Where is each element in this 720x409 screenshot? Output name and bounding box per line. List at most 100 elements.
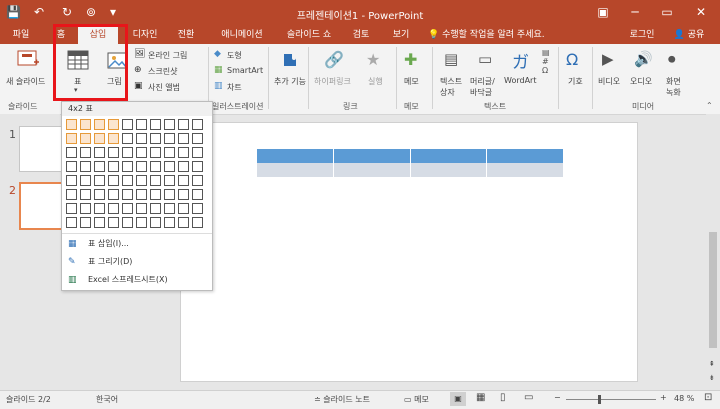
audio-label[interactable]: 오디오	[630, 76, 652, 87]
table-grid-cell[interactable]	[80, 161, 91, 172]
header-footer-icon[interactable]: ▭	[478, 50, 492, 68]
table-grid-cell[interactable]	[192, 147, 203, 158]
table-grid-cell[interactable]	[178, 217, 189, 228]
symbols-icon[interactable]: Ω	[566, 50, 578, 69]
table-grid-cell[interactable]	[122, 133, 133, 144]
table-grid-cell[interactable]	[136, 217, 147, 228]
signin-link[interactable]: 로그인	[624, 26, 660, 44]
comment-icon[interactable]: ✚	[404, 50, 417, 69]
table-grid-cell[interactable]	[122, 217, 133, 228]
addins-icon[interactable]	[280, 50, 300, 70]
hyperlink-icon[interactable]: 🔗	[324, 50, 344, 69]
video-icon[interactable]: ▶	[602, 50, 614, 68]
table-grid-cell[interactable]	[66, 189, 77, 200]
tab-transitions[interactable]: 전환	[170, 26, 202, 44]
table-grid-cell[interactable]	[122, 119, 133, 130]
chart-icon[interactable]: ▥	[214, 81, 223, 91]
table-grid-cell[interactable]	[178, 175, 189, 186]
hyperlink-label[interactable]: 하이퍼링크	[314, 76, 351, 87]
table-grid-cell[interactable]	[192, 133, 203, 144]
table-grid-cell[interactable]	[66, 133, 77, 144]
new-slide-icon[interactable]	[16, 48, 40, 72]
table-grid-cell[interactable]	[150, 189, 161, 200]
reading-view-icon[interactable]: ▯	[500, 392, 506, 403]
table-grid-cell[interactable]	[150, 147, 161, 158]
table-grid-cell[interactable]	[66, 161, 77, 172]
table-grid-cell[interactable]	[136, 175, 147, 186]
online-pictures-label[interactable]: 온라인 그림	[148, 50, 187, 61]
screenshot-icon[interactable]: ⊕	[134, 65, 142, 75]
table-grid-cell[interactable]	[108, 161, 119, 172]
table-grid-cell[interactable]	[66, 147, 77, 158]
comment-label[interactable]: 메모	[404, 76, 419, 87]
chart-label[interactable]: 차트	[227, 82, 242, 93]
table-grid-cell[interactable]	[122, 203, 133, 214]
table-grid-cell[interactable]	[80, 203, 91, 214]
table-grid-cell[interactable]	[108, 147, 119, 158]
table-grid-cell[interactable]	[108, 119, 119, 130]
table-grid-cell[interactable]	[94, 147, 105, 158]
photo-album-icon[interactable]: ▣	[134, 81, 143, 91]
notes-button[interactable]: ≐ 슬라이드 노트	[314, 394, 370, 405]
action-icon[interactable]: ★	[366, 50, 380, 69]
audio-icon[interactable]: 🔊	[634, 50, 653, 68]
table-grid-cell[interactable]	[192, 119, 203, 130]
table-grid-cell[interactable]	[192, 161, 203, 172]
table-grid-cell[interactable]	[122, 161, 133, 172]
table-grid-cell[interactable]	[80, 175, 91, 186]
vertical-scrollbar[interactable]: ⇞ ⇟	[706, 114, 720, 390]
new-slide-label[interactable]: 새 슬라이드	[6, 76, 45, 87]
slide-thumbnail-2[interactable]	[19, 182, 65, 230]
table-grid-cell[interactable]	[108, 189, 119, 200]
table-grid-cell[interactable]	[94, 133, 105, 144]
table-grid-cell[interactable]	[178, 119, 189, 130]
text-small-icons[interactable]: ▤ # Ω	[542, 48, 550, 75]
tab-design[interactable]: 디자인	[122, 26, 168, 44]
table-grid-cell[interactable]	[164, 189, 175, 200]
table-grid-cell[interactable]	[178, 189, 189, 200]
table-grid-cell[interactable]	[164, 175, 175, 186]
draw-table-item[interactable]: ✎ 표 그리기(D)	[62, 254, 212, 270]
table-grid[interactable]	[66, 119, 210, 231]
excel-spreadsheet-item[interactable]: ▥ Excel 스프레드시트(X)	[62, 272, 212, 288]
table-grid-cell[interactable]	[80, 119, 91, 130]
slideshow-view-icon[interactable]: ▭	[524, 392, 533, 403]
wordart-icon[interactable]: ガ	[512, 48, 529, 73]
action-label[interactable]: 실행	[368, 76, 383, 87]
table-grid-cell[interactable]	[150, 217, 161, 228]
maximize-button[interactable]: ▭	[654, 3, 680, 21]
collapse-ribbon-icon[interactable]: ⌃	[706, 101, 713, 110]
table-grid-cell[interactable]	[94, 217, 105, 228]
table-grid-cell[interactable]	[136, 189, 147, 200]
zoom-slider-thumb[interactable]	[598, 395, 601, 404]
table-grid-cell[interactable]	[192, 175, 203, 186]
table-grid-cell[interactable]	[66, 203, 77, 214]
table-grid-cell[interactable]	[150, 119, 161, 130]
table-grid-cell[interactable]	[94, 203, 105, 214]
table-grid-cell[interactable]	[164, 119, 175, 130]
slide-thumbnail-1[interactable]	[19, 126, 63, 172]
table-grid-cell[interactable]	[66, 217, 77, 228]
photo-album-label[interactable]: 사진 앨범	[148, 82, 180, 93]
zoom-out-icon[interactable]: −	[554, 393, 561, 402]
next-slide-icon[interactable]: ⇟	[709, 374, 715, 382]
table-grid-cell[interactable]	[136, 133, 147, 144]
tab-review[interactable]: 검토	[344, 26, 378, 44]
tab-file[interactable]: 파일	[4, 26, 38, 44]
tab-animations[interactable]: 애니메이션	[210, 26, 274, 44]
table-grid-cell[interactable]	[136, 203, 147, 214]
screen-recording-icon[interactable]: ⏺	[668, 50, 676, 68]
comments-button[interactable]: ▭ 메모	[404, 394, 429, 405]
table-grid-cell[interactable]	[108, 217, 119, 228]
insert-table-item[interactable]: ▦ 표 삽입(I)...	[62, 236, 212, 252]
table-grid-cell[interactable]	[80, 189, 91, 200]
table-grid-cell[interactable]	[192, 203, 203, 214]
table-grid-cell[interactable]	[136, 161, 147, 172]
slide-canvas[interactable]	[180, 122, 638, 382]
header-footer-label-1[interactable]: 머리글/	[470, 76, 495, 87]
smartart-icon[interactable]: ▦	[214, 65, 223, 75]
table-grid-cell[interactable]	[164, 161, 175, 172]
table-grid-cell[interactable]	[178, 203, 189, 214]
table-grid-cell[interactable]	[94, 161, 105, 172]
table-grid-cell[interactable]	[192, 189, 203, 200]
